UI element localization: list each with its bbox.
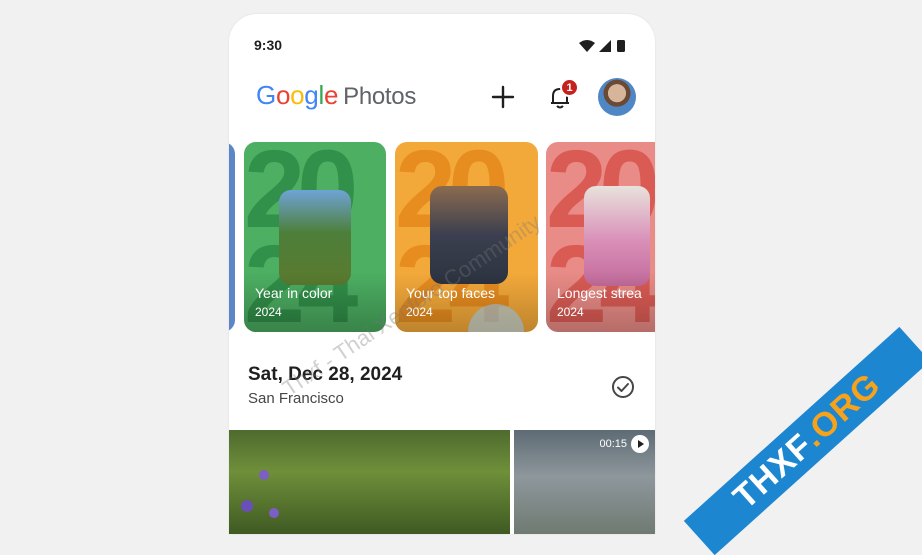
memory-card-longest-streak[interactable]: 2024 Longest strea 2024 — [546, 142, 655, 332]
memory-card-year-in-color[interactable]: 2024 Year in color 2024 — [244, 142, 386, 332]
video-thumbnail[interactable]: 00:15 — [514, 430, 655, 534]
memories-carousel[interactable]: 2024 Year in color 2024 2024 Your top fa… — [229, 142, 655, 332]
notification-badge: 1 — [560, 78, 579, 97]
select-day-button[interactable] — [611, 375, 635, 399]
logo-photos-text: Photos — [343, 83, 417, 110]
signal-icon — [599, 40, 611, 52]
card-photo — [279, 190, 351, 285]
card-shade — [546, 272, 655, 332]
plus-icon — [491, 85, 515, 109]
flower-dot — [241, 500, 253, 512]
thxf-banner: THXF .ORG — [683, 326, 922, 555]
add-button[interactable] — [489, 83, 517, 111]
logo-letter-g2: g — [304, 80, 319, 110]
logo-letter-o2: o — [290, 80, 305, 110]
logo-letter-g1: G — [256, 80, 276, 110]
memory-card-partial[interactable] — [229, 142, 235, 332]
status-icons — [579, 39, 631, 53]
status-time: 9:30 — [254, 37, 283, 53]
card-year: 2024 — [255, 305, 282, 319]
photo-thumbnail[interactable] — [229, 430, 510, 534]
card-title: Longest strea — [557, 285, 642, 301]
video-duration: 00:15 — [599, 438, 627, 450]
card-year: 2024 — [557, 305, 584, 319]
brand-suffix: .ORG — [794, 365, 888, 455]
logo-letter-e: e — [323, 80, 339, 110]
logo-letter-o1: o — [275, 80, 291, 110]
card-title: Year in color — [255, 285, 333, 301]
wifi-icon — [579, 40, 595, 52]
battery-icon — [617, 40, 625, 52]
flower-dot — [269, 508, 279, 518]
google-photos-logo: Google Photos — [256, 80, 416, 111]
flower-dot — [259, 470, 269, 480]
play-icon — [631, 435, 649, 453]
avatar[interactable] — [598, 78, 636, 116]
check-circle-icon — [612, 376, 634, 398]
card-photo — [584, 186, 650, 286]
